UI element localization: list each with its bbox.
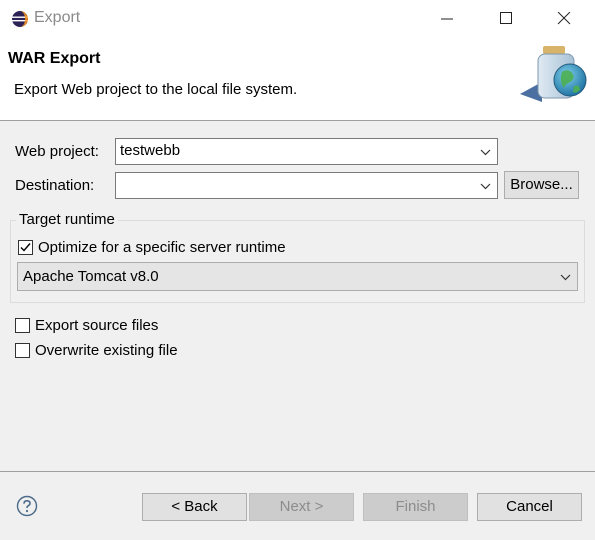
page-description: Export Web project to the local file sys… <box>14 81 298 98</box>
close-icon <box>557 12 571 25</box>
help-icon[interactable] <box>16 495 38 517</box>
finish-button[interactable]: Finish <box>363 493 468 521</box>
header-separator <box>0 120 595 121</box>
chevron-down-icon <box>480 183 491 190</box>
close-button[interactable] <box>541 0 587 37</box>
browse-button[interactable]: Browse... <box>504 171 579 199</box>
server-runtime-value: Apache Tomcat v8.0 <box>23 268 159 285</box>
overwrite-label[interactable]: Overwrite existing file <box>35 342 178 359</box>
cancel-button[interactable]: Cancel <box>477 493 582 521</box>
export-source-checkbox[interactable] <box>15 318 30 333</box>
optimize-checkbox[interactable] <box>18 240 33 255</box>
destination-combo[interactable] <box>115 172 498 199</box>
chevron-down-icon <box>560 274 571 281</box>
web-project-combo[interactable]: testwebb <box>115 138 498 165</box>
maximize-icon <box>500 12 512 24</box>
footer-separator <box>0 471 595 472</box>
title-bar: Export <box>0 0 595 37</box>
server-runtime-dropdown[interactable]: Apache Tomcat v8.0 <box>17 262 578 291</box>
minimize-icon <box>441 18 453 20</box>
target-runtime-title: Target runtime <box>16 211 118 228</box>
chevron-down-icon <box>480 149 491 156</box>
eclipse-icon <box>12 11 28 27</box>
page-title: WAR Export <box>8 50 101 67</box>
back-button[interactable]: < Back <box>142 493 247 521</box>
minimize-button[interactable] <box>424 0 470 37</box>
web-project-label: Web project: <box>15 143 99 160</box>
overwrite-checkbox[interactable] <box>15 343 30 358</box>
checkmark-icon <box>20 243 31 252</box>
export-source-label[interactable]: Export source files <box>35 317 158 334</box>
web-project-value: testwebb <box>120 142 181 159</box>
jar-globe-icon <box>520 46 587 102</box>
maximize-button[interactable] <box>483 0 529 37</box>
wizard-header: WAR Export Export Web project to the loc… <box>0 37 595 120</box>
destination-label: Destination: <box>15 177 95 194</box>
window-title: Export <box>34 9 81 26</box>
optimize-label[interactable]: Optimize for a specific server runtime <box>38 239 286 256</box>
next-button[interactable]: Next > <box>249 493 354 521</box>
